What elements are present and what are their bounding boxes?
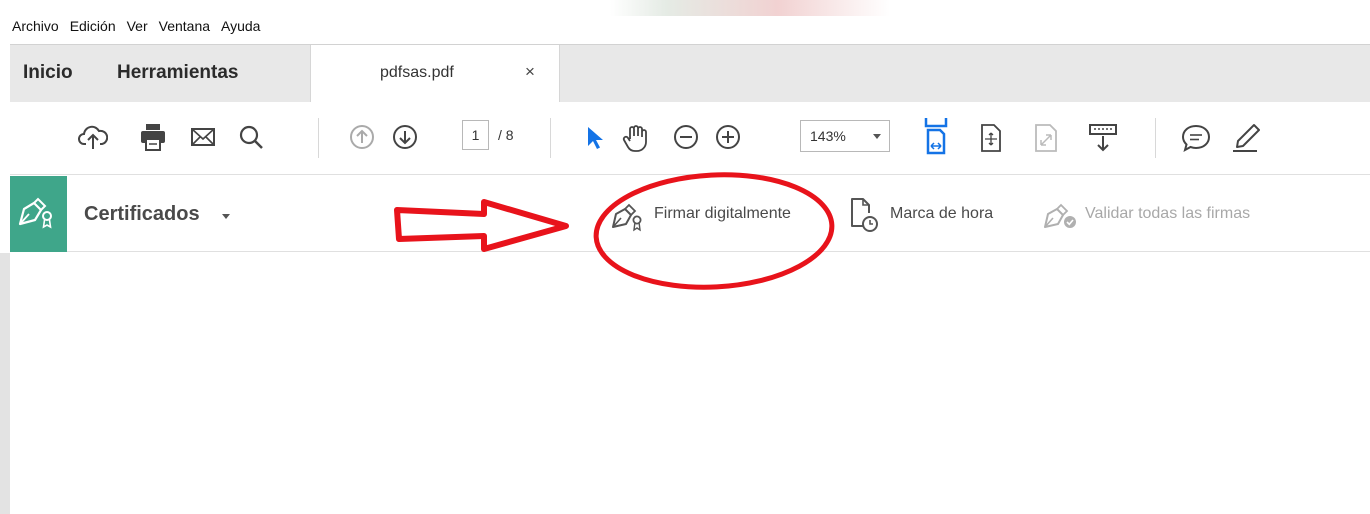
menu-bar: Archivo Edición Ver Ventana Ayuda [0, 0, 1370, 44]
toolbar-separator [1155, 118, 1156, 158]
read-mode-icon[interactable] [1087, 122, 1119, 154]
timestamp-icon[interactable] [848, 196, 880, 234]
document-left-gutter [0, 253, 10, 514]
background-graphic [610, 0, 890, 16]
page-total: / 8 [498, 127, 514, 143]
sign-pen-icon[interactable] [610, 200, 648, 232]
highlight-pen-icon[interactable] [1230, 122, 1262, 154]
upload-cloud-icon[interactable] [78, 122, 108, 152]
menu-archivo[interactable]: Archivo [12, 18, 59, 34]
menu-items: Archivo Edición Ver Ventana Ayuda [12, 18, 260, 34]
zoom-out-icon[interactable] [671, 122, 701, 152]
print-icon[interactable] [138, 122, 168, 152]
tab-inicio[interactable]: Inicio [23, 62, 73, 84]
toolbar: 1 / 8 143% [10, 102, 1370, 175]
chevron-down-icon[interactable] [222, 214, 230, 219]
menu-ventana[interactable]: Ventana [159, 18, 210, 34]
toolbar-separator [318, 118, 319, 158]
close-tab-button[interactable]: × [525, 62, 535, 82]
tab-herramientas[interactable]: Herramientas [117, 62, 238, 84]
sign-digitally-button[interactable]: Firmar digitalmente [654, 205, 791, 223]
menu-ayuda[interactable]: Ayuda [221, 18, 260, 34]
toolbar-separator [550, 118, 551, 158]
document-tab-title: pdfsas.pdf [380, 64, 454, 81]
certificates-tool-button[interactable] [10, 176, 67, 252]
validate-signatures-icon [1044, 203, 1076, 228]
menu-ver[interactable]: Ver [127, 18, 148, 34]
document-tab[interactable]: pdfsas.pdf × [310, 45, 560, 103]
prev-page-icon[interactable] [347, 122, 377, 152]
certificates-toolbar: Certificados Firmar digitalmente Marca d… [10, 176, 1370, 252]
validate-all-signatures-button: Validar todas las firmas [1085, 205, 1251, 222]
timestamp-button[interactable]: Marca de hora [890, 205, 993, 223]
pen-certificate-icon [18, 197, 52, 229]
select-cursor-icon[interactable] [580, 122, 610, 152]
tab-bar: Inicio Herramientas pdfsas.pdf × [10, 44, 1370, 103]
email-icon[interactable] [188, 122, 218, 152]
menu-edicion[interactable]: Edición [70, 18, 116, 34]
zoom-value: 143% [810, 128, 846, 144]
fit-page-icon[interactable] [977, 122, 1005, 154]
page-number-input[interactable]: 1 [462, 120, 489, 150]
zoom-select[interactable]: 143% [800, 120, 890, 152]
fit-width-icon[interactable] [921, 116, 951, 156]
zoom-in-icon[interactable] [713, 122, 743, 152]
chevron-down-icon [873, 134, 881, 139]
certificates-title[interactable]: Certificados [84, 203, 200, 226]
search-icon[interactable] [236, 122, 266, 152]
comment-icon[interactable] [1180, 122, 1212, 154]
full-screen-icon[interactable] [1032, 122, 1060, 154]
hand-tool-icon[interactable] [620, 122, 652, 154]
next-page-icon[interactable] [390, 122, 420, 152]
